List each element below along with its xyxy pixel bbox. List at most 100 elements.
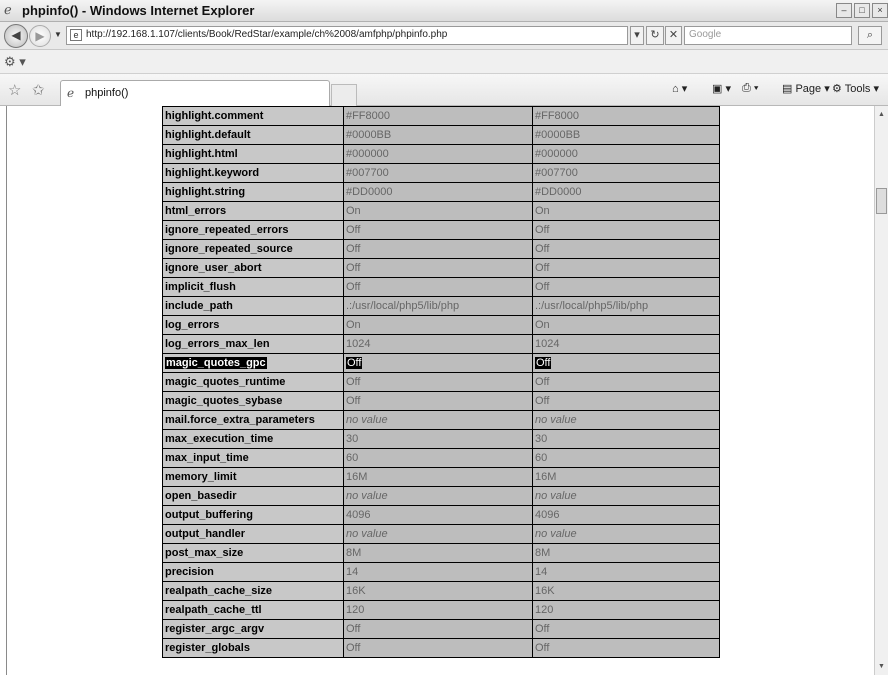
table-row: log_errors On On — [163, 316, 719, 334]
close-button[interactable]: × — [872, 3, 888, 18]
table-row: highlight.html #000000 #000000 — [163, 145, 719, 163]
add-favorites-icon[interactable]: ✩ — [32, 81, 45, 99]
feeds-icon[interactable]: ▣ ▾ — [712, 82, 731, 95]
master-value: Off — [532, 639, 719, 657]
directive-name: max_execution_time — [163, 430, 343, 448]
master-value: #000000 — [532, 145, 719, 163]
table-row: highlight.comment #FF8000 #FF8000 — [163, 107, 719, 125]
title-bar: ℯ phpinfo() - Windows Internet Explorer … — [0, 0, 888, 22]
local-value: 1024 — [343, 335, 532, 353]
directive-name: highlight.comment — [163, 107, 343, 125]
master-value: On — [532, 316, 719, 334]
tools-menu[interactable]: ⚙ Tools ▾ — [832, 82, 879, 95]
stop-button[interactable]: ✕ — [665, 26, 682, 45]
address-dropdown-button[interactable]: ▾ — [630, 26, 644, 45]
directive-name: log_errors_max_len — [163, 335, 343, 353]
table-row: open_basedir no value no value — [163, 487, 719, 505]
page-icon: e — [70, 29, 82, 41]
table-row: highlight.default #0000BB #0000BB — [163, 126, 719, 144]
tools-menu-label: Tools — [844, 83, 871, 95]
local-value: 120 — [343, 601, 532, 619]
address-input[interactable]: e http://192.168.1.107/clients/Book/RedS… — [66, 26, 628, 45]
table-row: log_errors_max_len 1024 1024 — [163, 335, 719, 353]
directive-name: html_errors — [163, 202, 343, 220]
search-button[interactable]: ⌕ — [858, 26, 882, 45]
recent-pages-dropdown-icon[interactable]: ▼ — [54, 30, 62, 39]
scroll-up-icon[interactable]: ▲ — [876, 108, 887, 121]
print-icon[interactable]: ⎙ ▾ — [742, 82, 758, 95]
master-value: Off — [532, 240, 719, 258]
master-value: 30 — [532, 430, 719, 448]
table-row: ignore_repeated_errors Off Off — [163, 221, 719, 239]
directive-name: ignore_repeated_errors — [163, 221, 343, 239]
scroll-thumb[interactable] — [876, 188, 887, 214]
master-value: Off — [532, 620, 719, 638]
local-value: .:/usr/local/php5/lib/php — [343, 297, 532, 315]
refresh-button[interactable]: ↻ — [646, 26, 664, 45]
forward-button[interactable]: ▶ — [29, 25, 51, 47]
table-row: post_max_size 8M 8M — [163, 544, 719, 562]
back-button[interactable]: ◀ — [4, 24, 28, 48]
window-controls: – □ × — [836, 3, 888, 18]
table-row: register_argc_argv Off Off — [163, 620, 719, 638]
local-value: Off — [343, 373, 532, 391]
local-value: #000000 — [343, 145, 532, 163]
master-value: Off — [532, 259, 719, 277]
master-value: Off — [532, 392, 719, 410]
address-bar-row: ◀ ▶ ▼ e http://192.168.1.107/clients/Boo… — [0, 22, 888, 50]
favorites-star-icon[interactable]: ☆ — [8, 81, 21, 99]
tab-label: phpinfo() — [85, 87, 129, 99]
table-row: mail.force_extra_parameters no value no va… — [163, 411, 719, 429]
local-value: Off — [343, 354, 532, 372]
local-value: #0000BB — [343, 126, 532, 144]
master-value: #DD0000 — [532, 183, 719, 201]
master-value: On — [532, 202, 719, 220]
maximize-button[interactable]: □ — [854, 3, 870, 18]
local-value: 30 — [343, 430, 532, 448]
local-value: no value — [343, 411, 532, 429]
table-row: magic_quotes_gpc Off Off — [163, 354, 719, 372]
table-row: max_input_time 60 60 — [163, 449, 719, 467]
local-value: Off — [343, 639, 532, 657]
scroll-down-icon[interactable]: ▼ — [876, 660, 887, 673]
directive-name: magic_quotes_gpc — [163, 354, 343, 372]
tab-bar: ☆ ✩ ℯ phpinfo() ⌂ ▾ ▣ ▾ ⎙ ▾ ▤ Page ▾ ⚙ T… — [0, 74, 888, 106]
vertical-scrollbar[interactable]: ▲ ▼ — [874, 106, 888, 675]
toolbar-options-icon[interactable]: ⚙ ▾ — [4, 54, 26, 70]
table-row: include_path .:/usr/local/php5/lib/php .:/… — [163, 297, 719, 315]
directive-name: highlight.default — [163, 126, 343, 144]
directive-name: mail.force_extra_parameters — [163, 411, 343, 429]
search-input[interactable]: Google — [684, 26, 852, 45]
local-value: Off — [343, 259, 532, 277]
selected-text: Off — [345, 357, 363, 369]
table-row: realpath_cache_ttl 120 120 — [163, 601, 719, 619]
home-icon[interactable]: ⌂ ▾ — [672, 82, 687, 95]
directive-name: highlight.html — [163, 145, 343, 163]
ie-logo-icon: ℯ — [4, 2, 12, 17]
table-row: html_errors On On — [163, 202, 719, 220]
local-value: 4096 — [343, 506, 532, 524]
local-value: #FF8000 — [343, 107, 532, 125]
local-value: #007700 — [343, 164, 532, 182]
local-value: 16M — [343, 468, 532, 486]
master-value: 120 — [532, 601, 719, 619]
local-value: 16K — [343, 582, 532, 600]
page-menu-label: Page — [795, 83, 822, 95]
master-value: Off — [532, 373, 719, 391]
new-tab-button[interactable] — [331, 84, 357, 106]
local-value: On — [343, 202, 532, 220]
phpinfo-table: highlight.comment #FF8000 #FF8000 highlight… — [162, 106, 720, 658]
table-row: output_handler no value no value — [163, 525, 719, 543]
local-value: Off — [343, 392, 532, 410]
directive-name: realpath_cache_ttl — [163, 601, 343, 619]
minimize-button[interactable]: – — [836, 3, 852, 18]
directive-name: register_globals — [163, 639, 343, 657]
address-url: http://192.168.1.107/clients/Book/RedSta… — [86, 29, 448, 40]
master-value: 16M — [532, 468, 719, 486]
page-menu[interactable]: ▤ Page ▾ — [782, 82, 830, 95]
master-value: 16K — [532, 582, 719, 600]
tab-phpinfo[interactable]: ℯ phpinfo() — [60, 80, 330, 106]
master-value: Off — [532, 221, 719, 239]
directive-name: ignore_user_abort — [163, 259, 343, 277]
directive-name: magic_quotes_runtime — [163, 373, 343, 391]
